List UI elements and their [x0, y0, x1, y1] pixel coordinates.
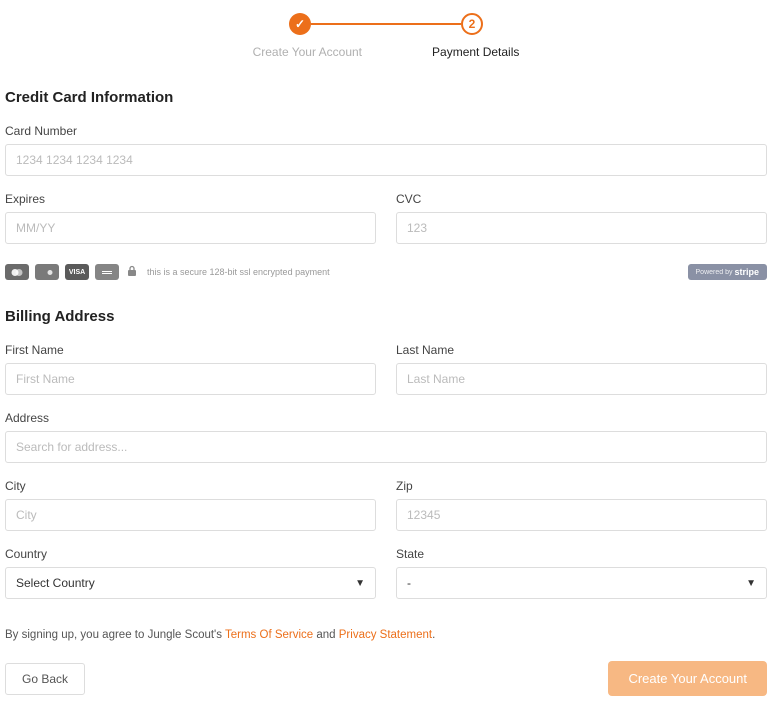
cvc-label: CVC: [396, 192, 767, 206]
billing-section-title: Billing Address: [5, 308, 767, 325]
amex-icon: [95, 264, 119, 280]
card-number-field: Card Number: [5, 124, 767, 176]
country-field: Country Select Country ▼: [5, 547, 376, 599]
card-number-input[interactable]: [5, 144, 767, 176]
cc-section-title: Credit Card Information: [5, 89, 767, 106]
secure-text: this is a secure 128-bit ssl encrypted p…: [147, 267, 330, 277]
chevron-down-icon: ▼: [746, 578, 756, 589]
tos-link[interactable]: Terms Of Service: [225, 629, 313, 641]
city-input[interactable]: [5, 499, 376, 531]
stepper-line: [311, 23, 461, 25]
country-select[interactable]: Select Country ▼: [5, 567, 376, 599]
cvc-input[interactable]: [396, 212, 767, 244]
cvc-field: CVC: [396, 192, 767, 244]
stripe-name: stripe: [734, 267, 759, 277]
create-account-button[interactable]: Create Your Account: [608, 661, 767, 696]
expires-field: Expires: [5, 192, 376, 244]
last-name-field: Last Name: [396, 343, 767, 395]
stripe-badge: Powered by stripe: [688, 264, 767, 280]
expires-input[interactable]: [5, 212, 376, 244]
step2-number: 2: [469, 17, 476, 31]
expires-label: Expires: [5, 192, 376, 206]
lock-icon: [127, 265, 137, 280]
address-input[interactable]: [5, 431, 767, 463]
address-field: Address: [5, 411, 767, 463]
state-field: State - ▼: [396, 547, 767, 599]
footer-buttons: Go Back Create Your Account: [5, 661, 767, 696]
chevron-down-icon: ▼: [355, 578, 365, 589]
country-selected-value: Select Country: [16, 576, 95, 590]
visa-icon: VISA: [65, 264, 89, 280]
address-label: Address: [5, 411, 767, 425]
city-label: City: [5, 479, 376, 493]
city-field: City: [5, 479, 376, 531]
stripe-powered-text: Powered by: [696, 269, 733, 276]
first-name-field: First Name: [5, 343, 376, 395]
agree-suffix: .: [432, 629, 435, 641]
state-selected-value: -: [407, 576, 411, 590]
cc-icons-row: VISA this is a secure 128-bit ssl encryp…: [5, 264, 767, 280]
mastercard-icon: [5, 264, 29, 280]
step1-circle: ✓: [289, 13, 311, 35]
step1-label: Create Your Account: [253, 45, 362, 59]
step2-label: Payment Details: [432, 45, 519, 59]
last-name-label: Last Name: [396, 343, 767, 357]
zip-label: Zip: [396, 479, 767, 493]
card-number-label: Card Number: [5, 124, 767, 138]
discover-icon: [35, 264, 59, 280]
zip-input[interactable]: [396, 499, 767, 531]
first-name-input[interactable]: [5, 363, 376, 395]
agree-text: By signing up, you agree to Jungle Scout…: [5, 629, 767, 641]
zip-field: Zip: [396, 479, 767, 531]
agree-prefix: By signing up, you agree to Jungle Scout…: [5, 629, 225, 641]
go-back-button[interactable]: Go Back: [5, 663, 85, 695]
last-name-input[interactable]: [396, 363, 767, 395]
stepper: ✓ 2: [5, 13, 767, 35]
stepper-labels: Create Your Account Payment Details: [5, 45, 767, 59]
step2-circle: 2: [461, 13, 483, 35]
first-name-label: First Name: [5, 343, 376, 357]
country-label: Country: [5, 547, 376, 561]
privacy-link[interactable]: Privacy Statement: [339, 629, 432, 641]
state-label: State: [396, 547, 767, 561]
check-icon: ✓: [295, 17, 305, 31]
state-select[interactable]: - ▼: [396, 567, 767, 599]
agree-and: and: [313, 629, 339, 641]
